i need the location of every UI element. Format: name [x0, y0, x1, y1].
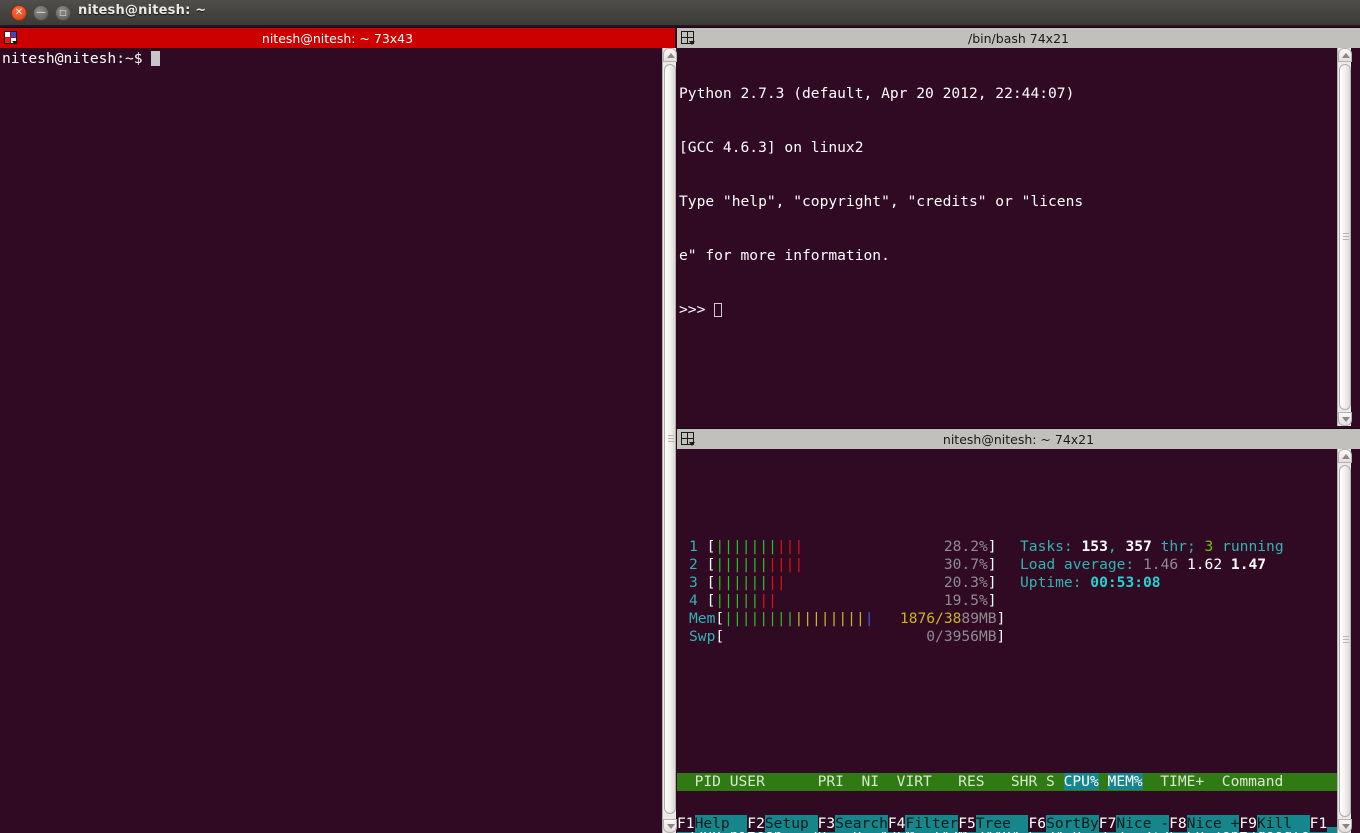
fn-label-nice-[interactable]: Nice - [1116, 815, 1170, 832]
cpu-meter-label: 4 [689, 592, 698, 609]
fn-label-help[interactable]: Help [694, 815, 748, 832]
pane-header-top-right[interactable]: /bin/bash 74x21 [677, 27, 1360, 48]
python-line: Python 2.7.3 (default, Apr 20 2012, 22:4… [679, 85, 1075, 102]
load-average-line: Load average: 1.46 1.62 1.47 [1020, 556, 1267, 573]
fn-label-nice-[interactable]: Nice + [1186, 815, 1240, 832]
cpu-meter-percent: 28.2% [943, 538, 988, 555]
swap-meter: Swp[ 0/3956MB] [689, 628, 1006, 645]
cpu-meter-percent: 20.3% [943, 574, 988, 591]
scroll-thumb-br[interactable] [1339, 465, 1351, 817]
fn-key-f6[interactable]: F6 [1028, 815, 1047, 832]
swap-meter-label: Swp [689, 628, 716, 645]
pane-header-bottom-right[interactable]: nitesh@nitesh: ~ 74x21 [677, 428, 1360, 449]
load-15: 1.47 [1230, 556, 1267, 573]
minimize-icon: — [36, 7, 46, 18]
terminal-window: ✕ — □ nitesh@nitesh: ~ nitesh@nitesh: ~ … [0, 0, 1360, 833]
fn-key-f7[interactable]: F7 [1098, 815, 1117, 832]
htop-table-header[interactable]: PID USER PRI NI VIRT RES SHR S CPU% MEM%… [677, 773, 1337, 791]
tasks-line: Tasks: 153, 357 thr; 3 running [1020, 538, 1284, 555]
uptime-value: 00:53:08 [1090, 574, 1161, 591]
scroll-thumb-left[interactable] [664, 64, 676, 814]
memory-used: 1876/38 [899, 610, 962, 627]
fn-label-tree[interactable]: Tree [975, 815, 1029, 832]
cpu-meter: 2 [|||||||||| 30.7%] [689, 556, 997, 573]
window-titlebar: ✕ — □ nitesh@nitesh: ~ [0, 0, 1360, 26]
pane-title-bottom-right: nitesh@nitesh: ~ 74x21 [942, 431, 1095, 447]
memory-total: 89MB [961, 610, 997, 627]
fn-label-filter[interactable]: Filter [905, 815, 959, 832]
table-header-right: TIME+ Command [1160, 773, 1284, 790]
scroll-thumb-tr[interactable] [1339, 64, 1351, 410]
scrollbar-left[interactable] [662, 48, 677, 833]
table-header-left: PID USER PRI NI VIRT RES SHR S [677, 773, 1064, 790]
python-prompt: >>> [679, 301, 715, 318]
close-icon: ✕ [14, 7, 24, 18]
memory-meter-label: Mem [689, 610, 716, 627]
terminal-python-body[interactable]: Python 2.7.3 (default, Apr 20 2012, 22:4… [677, 48, 1337, 426]
scroll-down-arrow-tr[interactable] [1338, 412, 1352, 426]
column-header-cpu: CPU% [1063, 773, 1099, 790]
fn-label-kill[interactable]: Kill [1256, 815, 1310, 832]
tasks-count: 153 [1081, 538, 1108, 555]
scrollbar-bottom-right[interactable] [1337, 449, 1352, 833]
cpu-meter: 3 [|||||||| 20.3%] [689, 574, 997, 591]
shell-prompt-left: nitesh@nitesh:~$ [2, 50, 152, 67]
htop-body[interactable]: 1 [|||||||||| 28.2%] 2 [|||||||||| 30.7%]… [677, 449, 1337, 833]
pane-menu-icon[interactable] [680, 30, 697, 46]
scroll-up-arrow-left[interactable] [663, 48, 677, 62]
close-button[interactable]: ✕ [11, 5, 27, 21]
fn-label-setup[interactable]: Setup [764, 815, 818, 832]
scroll-down-arrow-left[interactable] [663, 819, 677, 833]
python-line: Type "help", "copyright", "credits" or "… [679, 193, 1084, 210]
maximize-icon: □ [59, 8, 67, 17]
fn-key-f4[interactable]: F4 [887, 815, 906, 832]
scroll-up-arrow-tr[interactable] [1338, 48, 1352, 62]
htop-meters: 1 [|||||||||| 28.2%] 2 [|||||||||| 30.7%]… [689, 538, 1005, 646]
memory-meter: Mem[||||||||||||||||| 1876/3889MB] [689, 610, 1006, 627]
cpu-meter-percent: 19.5% [943, 592, 988, 609]
python-prompt-line: >>> [679, 301, 1337, 319]
running-count: 3 [1204, 538, 1214, 555]
window-title: nitesh@nitesh: ~ [78, 3, 207, 18]
maximize-button[interactable]: □ [55, 5, 71, 21]
python-line: e" for more information. [679, 247, 890, 264]
scroll-down-arrow-br[interactable] [1338, 819, 1352, 833]
pane-title-left: nitesh@nitesh: ~ 73x43 [261, 30, 414, 46]
cursor [151, 51, 161, 66]
cpu-meter: 4 [||||||| 19.5%] [689, 592, 997, 609]
fn-key-f8[interactable]: F8 [1169, 815, 1187, 832]
fn-key-f2[interactable]: F2 [747, 815, 765, 832]
column-header-mem: MEM% [1107, 773, 1143, 790]
fn-key-f1[interactable]: F1 [1309, 815, 1328, 832]
swap-value: 0/3956MB [926, 628, 997, 645]
fn-label-sortby[interactable]: SortBy [1046, 815, 1099, 832]
htop-function-key-bar[interactable]: F1Help F2Setup F3SearchF4FilterF5Tree F6… [677, 815, 1328, 833]
cpu-meter-label: 2 [689, 556, 698, 573]
terminal-left-body[interactable]: nitesh@nitesh:~$ [0, 48, 662, 833]
pane-header-left[interactable]: nitesh@nitesh: ~ 73x43 [0, 27, 675, 48]
scrollbar-top-right[interactable] [1337, 48, 1352, 426]
fn-key-f9[interactable]: F9 [1239, 815, 1257, 832]
pane-menu-icon[interactable] [3, 30, 20, 46]
threads-count: 357 [1125, 538, 1152, 555]
cpu-meter: 1 [|||||||||| 28.2%] [689, 538, 997, 555]
cursor [714, 303, 723, 317]
uptime-line: Uptime: 00:53:08 [1020, 574, 1161, 591]
cpu-meter-label: 1 [689, 538, 698, 555]
pane-title-top-right: /bin/bash 74x21 [968, 30, 1069, 46]
minimize-button[interactable]: — [33, 5, 49, 21]
fn-key-f5[interactable]: F5 [958, 815, 976, 832]
cpu-meter-percent: 30.7% [943, 556, 988, 573]
load-1: 1.46 [1143, 556, 1179, 573]
cpu-meter-label: 3 [689, 574, 698, 591]
pane-menu-icon[interactable] [680, 431, 697, 447]
fn-label-search[interactable]: Search [835, 815, 888, 832]
scroll-up-arrow-br[interactable] [1338, 449, 1352, 463]
fn-key-f3[interactable]: F3 [817, 815, 836, 832]
fn-key-f1[interactable]: F1 [677, 815, 695, 832]
python-line: [GCC 4.6.3] on linux2 [679, 139, 864, 156]
htop-summary: Tasks: 153, 357 thr; 3 running Load avera… [1020, 538, 1284, 592]
load-5: 1.62 [1186, 556, 1223, 573]
